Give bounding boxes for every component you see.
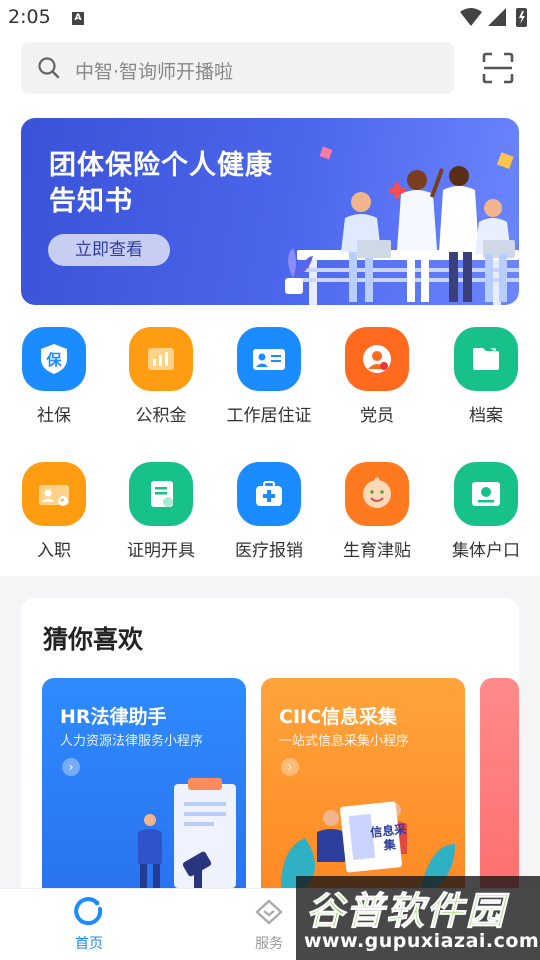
chevron-right-icon: › [62, 758, 80, 776]
scan-icon[interactable] [482, 52, 514, 84]
search-placeholder: 中智·智询师开播啦 [75, 61, 234, 83]
service-maternity-allowance[interactable]: 生育津贴 [323, 462, 431, 561]
id-card-icon [237, 327, 301, 391]
promo-card-hr-legal[interactable]: HR法律助手 人力资源法律服务小程序 › [42, 678, 246, 888]
badge-icon [22, 462, 86, 526]
info-collection-illustration [281, 801, 455, 888]
service-social-security[interactable]: 保 社保 [0, 327, 108, 426]
status-icons [460, 8, 527, 27]
service-label: 证明开具 [127, 541, 195, 561]
chart-icon [129, 327, 193, 391]
service-archives[interactable]: 档案 [432, 327, 540, 426]
medical-kit-icon [237, 462, 301, 526]
status-bar: 2:05 A [0, 0, 540, 36]
service-label: 社保 [37, 406, 71, 426]
household-icon [454, 462, 518, 526]
service-party-member[interactable]: 党员 [323, 327, 431, 426]
medical-staff-illustration [285, 146, 519, 305]
certificate-icon [129, 462, 193, 526]
guess-you-like-section: 猜你喜欢 HR法律助手 人力资源法律服务小程序 › CIIC信息采集 一站式信息… [21, 598, 519, 888]
watermark-url: www.gupuxiazai.com [304, 930, 540, 952]
promo-subtitle: 一站式信息采集小程序 [279, 734, 410, 749]
search-icon [38, 57, 60, 79]
legal-illustration [138, 778, 236, 888]
service-onboarding[interactable]: 入职 [0, 462, 108, 561]
notification-icon: A [72, 12, 84, 25]
watermark: 谷普软件园 www.gupuxiazai.com [296, 876, 540, 960]
signal-icon [488, 8, 506, 26]
promo-title: HR法律助手 [60, 706, 167, 728]
promo-card-ciic-info[interactable]: CIIC信息采集 一站式信息采集小程序 › 信息采集 [261, 678, 465, 888]
watermark-logo: 谷普软件园 [305, 889, 507, 934]
diamond-icon [255, 899, 283, 925]
service-certificate[interactable]: 证明开具 [107, 462, 215, 561]
service-label: 档案 [469, 406, 503, 426]
status-time: 2:05 [8, 6, 51, 28]
svg-text:保: 保 [45, 351, 62, 369]
service-housing-fund[interactable]: 公积金 [107, 327, 215, 426]
promo-card-partial[interactable] [480, 678, 519, 888]
promo-banner[interactable]: 团体保险个人健康 告知书 立即查看 [21, 118, 519, 305]
section-title: 猜你喜欢 [43, 625, 144, 654]
wifi-icon [460, 8, 482, 26]
party-member-icon [345, 327, 409, 391]
nav-home-label: 首页 [75, 936, 103, 952]
folder-icon [454, 327, 518, 391]
service-label: 集体户口 [452, 541, 520, 561]
service-work-residence[interactable]: 工作居住证 [215, 327, 323, 426]
service-label: 公积金 [135, 406, 187, 426]
shield-icon: 保 [22, 327, 86, 391]
service-label: 工作居住证 [226, 406, 312, 426]
service-label: 党员 [360, 406, 394, 426]
promo-title: CIIC信息采集 [279, 706, 398, 728]
service-label: 医疗报销 [235, 541, 303, 561]
service-label: 入职 [37, 541, 71, 561]
banner-view-button[interactable]: 立即查看 [48, 234, 170, 266]
search-input[interactable]: 中智·智询师开播啦 [21, 42, 454, 94]
service-label: 生育津贴 [343, 541, 411, 561]
baby-face-icon [345, 462, 409, 526]
service-collective-household[interactable]: 集体户口 [432, 462, 540, 561]
promo-subtitle: 人力资源法律服务小程序 [60, 734, 204, 749]
nav-home[interactable]: 首页 [49, 897, 129, 953]
home-icon [74, 897, 103, 926]
info-collection-sign-text: 信息采集 [369, 822, 407, 853]
service-medical-reimbursement[interactable]: 医疗报销 [215, 462, 323, 561]
